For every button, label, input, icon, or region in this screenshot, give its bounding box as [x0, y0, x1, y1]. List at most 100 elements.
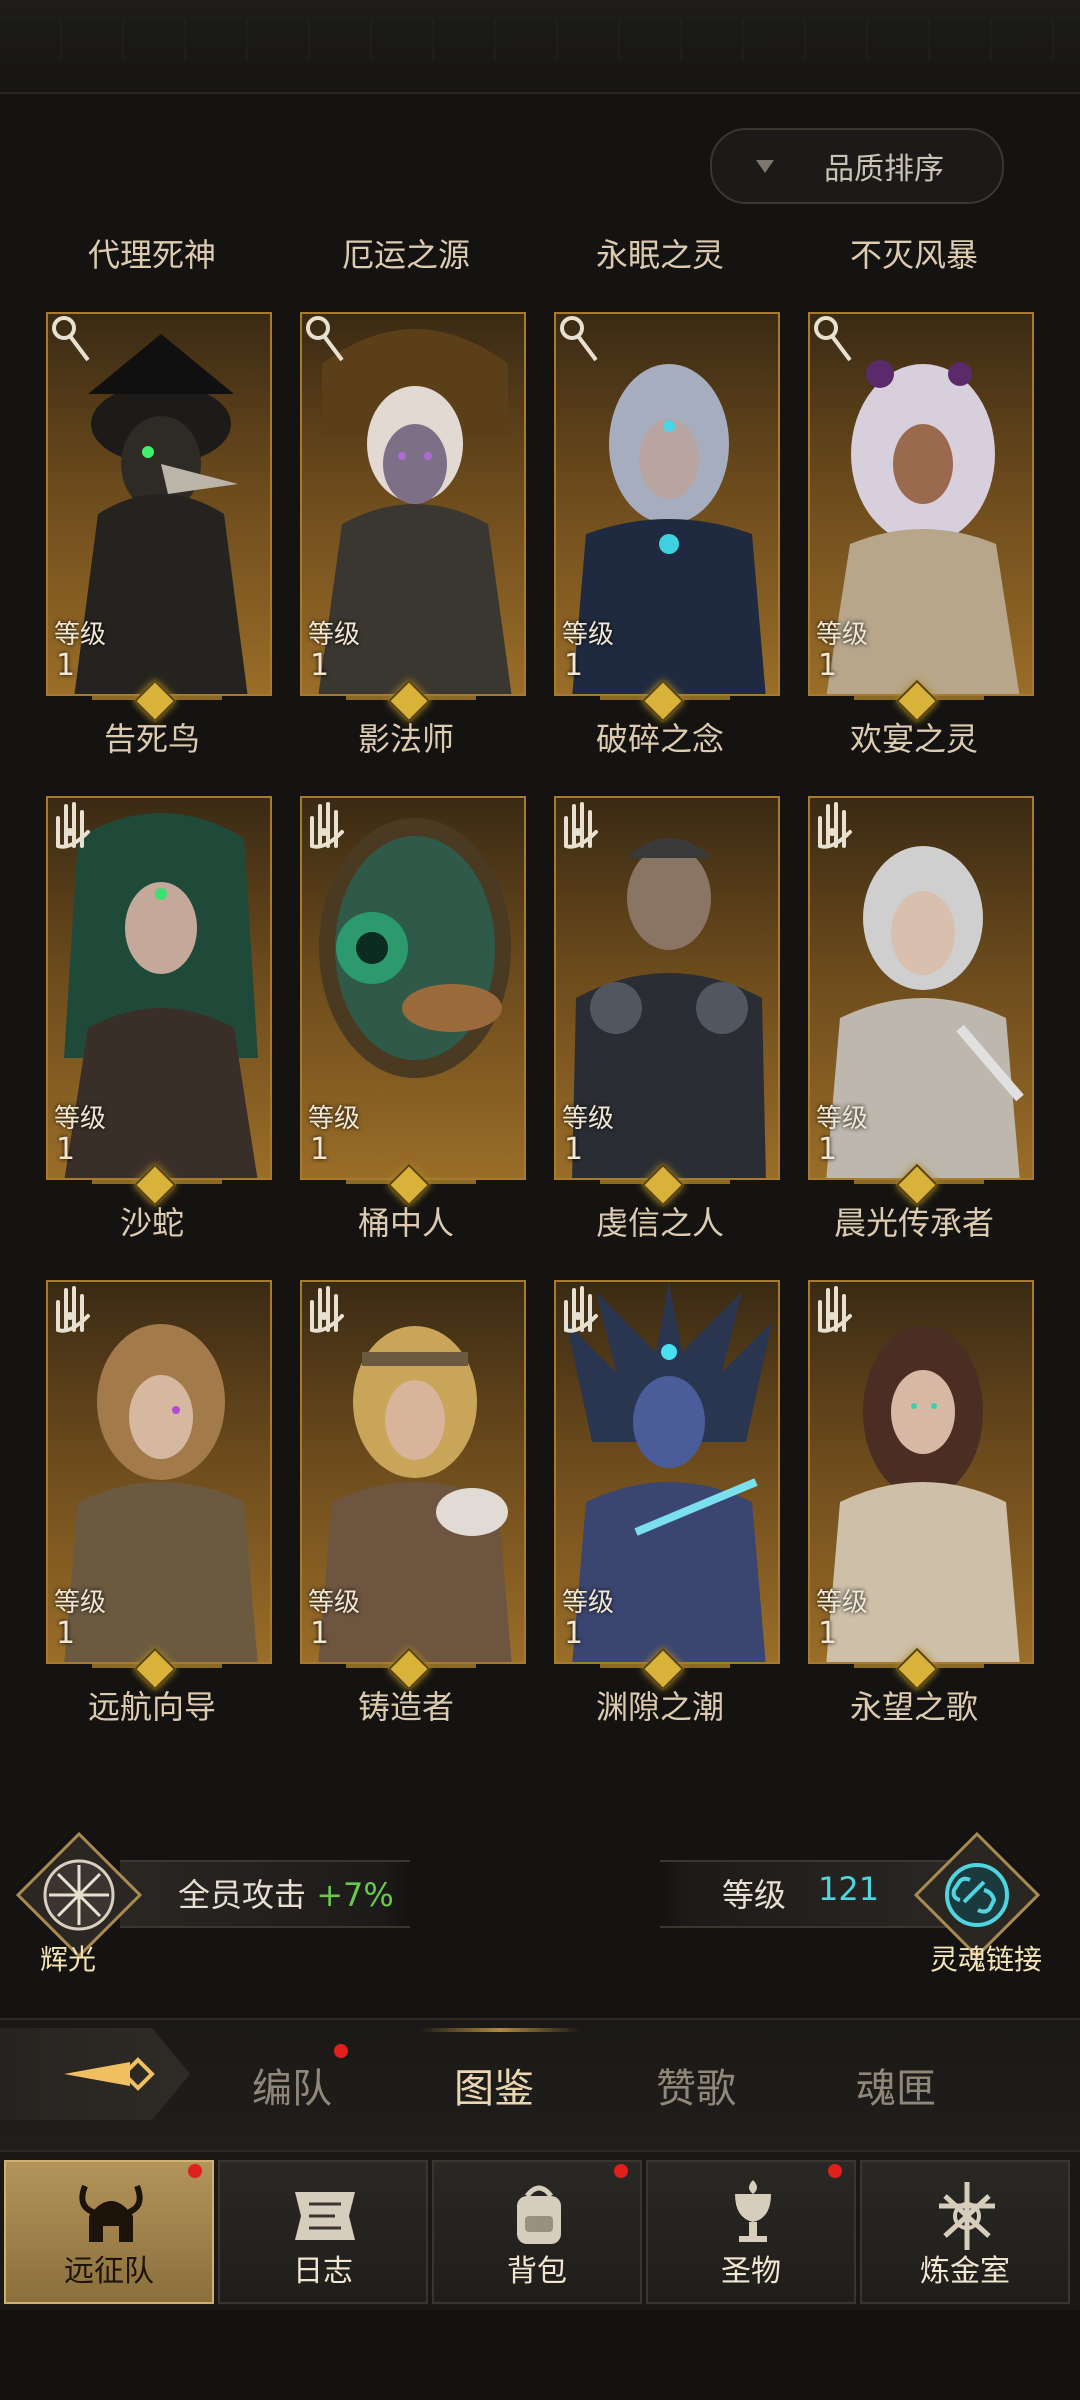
nav-journal[interactable]: 日志	[218, 2160, 428, 2304]
nav-label: 背包	[507, 2254, 567, 2289]
scroll-icon	[295, 2192, 355, 2240]
hero-portrait: 等级 1	[46, 1280, 272, 1664]
tab-formation[interactable]: 编队	[252, 2056, 332, 2114]
level-label: 等级	[816, 620, 869, 650]
level-label: 等级	[816, 1588, 869, 1618]
level-label: 等级	[54, 1104, 107, 1134]
nav-label: 日志	[293, 2254, 353, 2289]
active-tab-indicator	[420, 2028, 580, 2032]
hero-card[interactable]: 桶中人 等级 1	[290, 1198, 526, 1691]
sort-label: 品质排序	[824, 152, 944, 187]
nav-expedition[interactable]: 远征队	[4, 2160, 214, 2304]
hero-title: 告死鸟	[103, 720, 200, 758]
hero-portrait: 等级 1	[300, 1280, 526, 1664]
bonus-label: 全员攻击	[178, 1876, 307, 1914]
staff-icon	[560, 316, 598, 362]
level-label: 等级	[562, 620, 615, 650]
hand-icon	[564, 802, 598, 849]
hero-card[interactable]: 代理死神 等级 1	[36, 230, 272, 723]
hero-card[interactable]: 永眠之灵 等级 1	[544, 230, 780, 723]
back-arrow-icon	[64, 2057, 155, 2091]
hand-icon	[818, 1286, 852, 1333]
level-label: 等级	[54, 1588, 107, 1618]
notification-dot	[334, 2044, 348, 2058]
nav-label: 远征队	[64, 2254, 154, 2289]
soul-link-line	[660, 1860, 950, 1928]
level-value: 1	[56, 1132, 76, 1167]
soul-link-level-label: 等级	[722, 1876, 787, 1914]
hand-icon	[564, 1286, 598, 1333]
hero-title: 代理死神	[87, 236, 216, 274]
hero-card-partial[interactable]: 远航向导	[36, 1682, 268, 1742]
hero-portrait: 等级 1	[808, 312, 1034, 696]
sort-quality-button[interactable]: 品质排序	[710, 128, 1004, 204]
level-value: 1	[310, 648, 330, 683]
hero-card[interactable]: 厄运之源 等级 1	[290, 230, 526, 723]
hero-card[interactable]: 沙蛇 等级 1	[36, 1198, 272, 1691]
hero-card[interactable]: 虔信之人 等级 1	[544, 1198, 780, 1691]
hero-card[interactable]: 欢宴之灵 等级 1	[798, 714, 1034, 1207]
level-value: 1	[310, 1132, 330, 1167]
level-label: 等级	[562, 1104, 615, 1134]
nav-label: 炼金室	[920, 2254, 1010, 2289]
hero-portrait: 等级 1	[300, 796, 526, 1180]
notification-dot	[188, 2164, 202, 2178]
hero-title: 渊隙之潮	[595, 1688, 724, 1726]
nav-backpack[interactable]: 背包	[432, 2160, 642, 2304]
hero-title: 永望之歌	[849, 1688, 978, 1726]
nav-label: 圣物	[721, 2254, 781, 2289]
hero-card-partial[interactable]: 渊隙之潮	[544, 1682, 776, 1742]
hero-card[interactable]: 影法师 等级 1	[290, 714, 526, 1207]
dropdown-arrow-icon	[756, 159, 774, 173]
tab-collection[interactable]: 图鉴	[454, 2056, 534, 2114]
tab-soul-box[interactable]: 魂匣	[856, 2056, 936, 2114]
helmet-icon	[79, 2184, 143, 2242]
back-button[interactable]	[0, 2028, 190, 2120]
hero-portrait: 等级 1	[554, 312, 780, 696]
hero-title: 不灭风暴	[849, 236, 978, 274]
hero-portrait: 等级 1	[46, 796, 272, 1180]
collection-bonus-bar: 全员攻击 +7% 辉光 等级 121 灵魂链接	[0, 1820, 1080, 1976]
notification-dot	[828, 2164, 842, 2178]
backpack-icon	[517, 2185, 561, 2244]
hero-title: 桶中人	[357, 1204, 454, 1242]
hero-title: 破碎之念	[595, 720, 724, 758]
hero-card[interactable]: 晨光传承者 等级 1	[798, 1198, 1034, 1691]
level-label: 等级	[308, 620, 361, 650]
hero-title: 远航向导	[87, 1688, 216, 1726]
level-value: 1	[564, 1132, 584, 1167]
hero-title: 影法师	[357, 720, 454, 758]
hero-card[interactable]: 告死鸟 等级 1	[36, 714, 272, 1207]
level-value: 1	[818, 1132, 838, 1167]
bottom-decor-strip	[0, 2310, 1080, 2400]
bottom-navigation: 远征队 日志 背包 圣物 炼金室	[0, 2150, 1080, 2312]
hero-card[interactable]: 不灭风暴 等级 1	[798, 230, 1034, 723]
hero-title: 虔信之人	[595, 1204, 724, 1242]
chalice-icon	[735, 2180, 771, 2242]
radiance-label: 辉光	[40, 1943, 97, 1976]
level-value: 1	[56, 648, 76, 683]
level-label: 等级	[308, 1104, 361, 1134]
hero-title: 铸造者	[357, 1688, 454, 1726]
top-decor-bar	[0, 0, 1080, 94]
level-label: 等级	[816, 1104, 869, 1134]
level-label: 等级	[308, 1588, 361, 1618]
level-value: 1	[310, 1616, 330, 1651]
hero-title: 厄运之源	[341, 236, 470, 274]
hero-portrait: 等级 1	[808, 796, 1034, 1180]
tab-hymn[interactable]: 赞歌	[656, 2056, 736, 2114]
hero-card[interactable]: 破碎之念 等级 1	[544, 714, 780, 1207]
hand-icon	[310, 802, 344, 849]
hero-portrait: 等级 1	[554, 1280, 780, 1664]
soul-link-label: 灵魂链接	[930, 1943, 1043, 1976]
staff-icon	[306, 316, 344, 362]
hero-portrait: 等级 1	[554, 796, 780, 1180]
hero-title: 沙蛇	[119, 1204, 184, 1242]
level-value: 1	[818, 1616, 838, 1651]
nav-alchemy[interactable]: 炼金室	[860, 2160, 1070, 2304]
level-value: 1	[564, 648, 584, 683]
nav-relics[interactable]: 圣物	[646, 2160, 856, 2304]
hero-card-partial[interactable]: 铸造者	[290, 1682, 522, 1742]
sub-tab-bar: 编队 图鉴 赞歌 魂匣	[0, 2018, 1080, 2150]
hero-card-partial[interactable]: 永望之歌	[798, 1682, 1030, 1742]
